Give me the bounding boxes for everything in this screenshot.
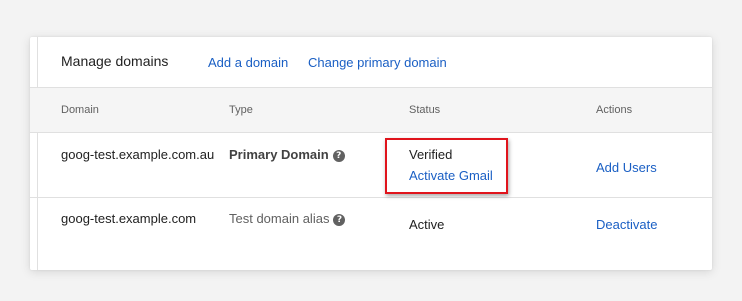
card-header: Manage domains Add a domain Change prima… xyxy=(30,37,712,88)
highlight-box xyxy=(385,138,508,194)
help-circle-icon[interactable]: ? xyxy=(333,214,346,226)
manage-domains-card: Manage domains Add a domain Change prima… xyxy=(30,37,712,270)
column-header-type: Type xyxy=(229,104,253,116)
domain-name: goog-test.example.com.au xyxy=(61,147,215,162)
add-users-link[interactable]: Add Users xyxy=(596,160,657,175)
change-primary-domain-link[interactable]: Change primary domain xyxy=(308,55,447,70)
help-circle-icon[interactable]: ? xyxy=(332,150,345,162)
column-header-domain: Domain xyxy=(61,104,99,116)
domain-type: Primary Domain? xyxy=(229,147,345,162)
domain-name: goog-test.example.com xyxy=(61,211,197,226)
status-text: Active xyxy=(409,217,445,232)
column-header-status: Status xyxy=(409,104,441,116)
deactivate-link[interactable]: Deactivate xyxy=(596,217,657,232)
domain-type-label: Primary Domain xyxy=(229,147,329,162)
table-row: goog-test.example.com.au Primary Domain?… xyxy=(30,133,712,198)
domain-type: Test domain alias? xyxy=(229,211,346,226)
table-row: goog-test.example.com Test domain alias?… xyxy=(30,198,712,258)
domain-type-label: Test domain alias xyxy=(229,211,330,226)
table-header-row: Domain Type Status Actions xyxy=(30,88,712,133)
page-title: Manage domains xyxy=(61,53,169,69)
add-domain-link[interactable]: Add a domain xyxy=(208,55,288,70)
column-header-actions: Actions xyxy=(596,104,633,116)
